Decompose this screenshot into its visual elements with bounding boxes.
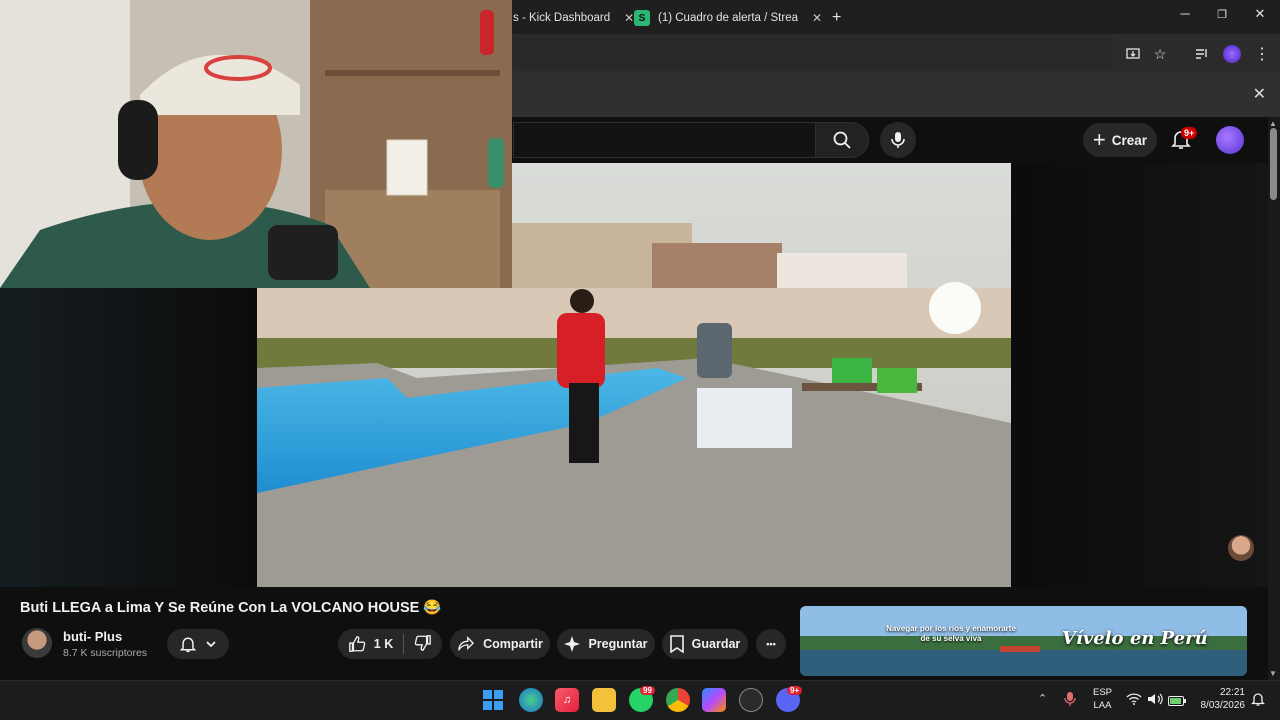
new-tab-button[interactable]: + bbox=[832, 6, 841, 30]
like-button[interactable]: 1 K bbox=[348, 635, 393, 653]
bookmark-icon bbox=[669, 635, 684, 653]
close-icon[interactable]: ✕ bbox=[624, 11, 634, 25]
browser-menu-icon[interactable]: ⋮ bbox=[1252, 44, 1272, 64]
minimize-button[interactable]: ─ bbox=[1165, 6, 1205, 21]
tab-label: s - Kick Dashboard bbox=[513, 12, 611, 24]
thumbs-down-icon bbox=[414, 634, 432, 651]
file-explorer-icon[interactable] bbox=[592, 688, 616, 712]
infobar-close-button[interactable]: ✕ bbox=[1253, 84, 1266, 104]
ad-banner[interactable]: Navegar por los ríos y enamorarte de su … bbox=[800, 606, 1247, 676]
save-label: Guardar bbox=[691, 637, 741, 651]
floating-avatar[interactable] bbox=[1228, 535, 1254, 561]
create-label: Crear bbox=[1111, 132, 1148, 148]
ad-headline: Navegar por los ríos y enamorarte de su … bbox=[886, 624, 1016, 643]
ad-brand: Vívelo en Perú bbox=[1062, 628, 1208, 649]
tray-chevron-up-icon[interactable]: ⌃ bbox=[1038, 692, 1047, 705]
channel-name[interactable]: buti- Plus bbox=[63, 629, 122, 644]
discord-badge: 9+ bbox=[787, 686, 803, 695]
share-button[interactable]: Compartir bbox=[450, 629, 550, 659]
thumbs-up-icon bbox=[348, 636, 366, 652]
divider bbox=[403, 634, 405, 654]
taskbar-clock[interactable]: 22:21 8/03/2026 bbox=[1197, 686, 1246, 712]
scroll-up-arrow-icon[interactable]: ▲ bbox=[1269, 119, 1277, 128]
music-app-icon[interactable]: ♫ bbox=[555, 688, 579, 712]
search-icon bbox=[833, 131, 851, 149]
webcam-image bbox=[0, 0, 512, 288]
media-controls-icon[interactable] bbox=[1192, 44, 1212, 64]
close-icon[interactable]: ✕ bbox=[812, 11, 822, 25]
subscriber-count: 8.7 K suscriptores bbox=[63, 647, 148, 659]
streamlabs-icon: S bbox=[634, 10, 650, 26]
clock-date: 8/03/2026 bbox=[1200, 700, 1246, 711]
wifi-icon[interactable] bbox=[1126, 692, 1142, 710]
voice-search-button[interactable] bbox=[880, 122, 916, 158]
dislike-button[interactable] bbox=[414, 634, 432, 655]
obs-icon[interactable] bbox=[739, 688, 763, 712]
layout-code: LAA bbox=[1093, 700, 1112, 711]
sparkle-icon bbox=[564, 636, 581, 652]
like-dislike-group: 1 K bbox=[338, 629, 442, 659]
profile-avatar-icon[interactable] bbox=[1222, 44, 1242, 64]
like-count: 1 K bbox=[373, 637, 394, 651]
ask-label: Preguntar bbox=[588, 637, 648, 651]
clock-time: 22:21 bbox=[1219, 687, 1245, 698]
notifications-badge: 9+ bbox=[1181, 127, 1198, 139]
page-scrollbar[interactable] bbox=[1268, 117, 1280, 680]
ask-button[interactable]: Preguntar bbox=[557, 629, 655, 659]
microphone-tray-icon[interactable] bbox=[1064, 691, 1076, 712]
scroll-down-arrow-icon[interactable]: ▼ bbox=[1269, 669, 1277, 678]
whatsapp-badge: 99 bbox=[640, 686, 655, 695]
battery-icon[interactable] bbox=[1168, 693, 1186, 711]
install-app-icon[interactable] bbox=[1123, 44, 1143, 64]
volume-icon[interactable] bbox=[1147, 692, 1163, 710]
address-bar[interactable] bbox=[513, 39, 1113, 67]
share-label: Compartir bbox=[483, 637, 543, 651]
language-code: ESP bbox=[1093, 687, 1113, 698]
chevron-down-icon bbox=[206, 641, 216, 648]
account-avatar[interactable] bbox=[1216, 126, 1244, 154]
share-icon bbox=[458, 636, 475, 651]
more-actions-button[interactable]: ••• bbox=[756, 629, 786, 659]
maximize-button[interactable]: ❐ bbox=[1202, 8, 1242, 21]
window-close-button[interactable]: ✕ bbox=[1240, 6, 1280, 22]
subscription-bell-button[interactable] bbox=[167, 629, 229, 659]
bell-icon bbox=[179, 637, 197, 653]
tab-streamlabs-alert[interactable]: S (1) Cuadro de alerta / Streamlab ✕ bbox=[634, 6, 822, 30]
copilot-icon[interactable] bbox=[702, 688, 726, 712]
video-title: Buti LLEGA a Lima Y Se Reúne Con La VOLC… bbox=[20, 600, 442, 616]
search-input[interactable] bbox=[513, 122, 815, 158]
microphone-icon bbox=[891, 132, 905, 148]
edge-browser-icon[interactable] bbox=[519, 688, 543, 712]
create-button[interactable]: + Crear bbox=[1083, 123, 1157, 157]
input-language[interactable]: ESP LAA bbox=[1093, 686, 1112, 712]
notification-center-icon[interactable] bbox=[1250, 691, 1266, 712]
scrollbar-thumb[interactable] bbox=[1270, 128, 1277, 200]
windows-start-icon[interactable] bbox=[481, 688, 505, 712]
save-button[interactable]: Guardar bbox=[662, 629, 748, 659]
tab-label: (1) Cuadro de alerta / Streamlab bbox=[658, 12, 798, 24]
bookmark-star-icon[interactable]: ☆ bbox=[1150, 44, 1170, 64]
search-button[interactable] bbox=[815, 122, 869, 158]
plus-icon: + bbox=[1092, 127, 1106, 152]
channel-avatar[interactable] bbox=[22, 628, 52, 658]
chrome-icon[interactable] bbox=[666, 688, 690, 712]
tab-kick-dashboard[interactable]: s - Kick Dashboard ✕ bbox=[513, 6, 634, 30]
webcam-overlay bbox=[0, 0, 512, 288]
